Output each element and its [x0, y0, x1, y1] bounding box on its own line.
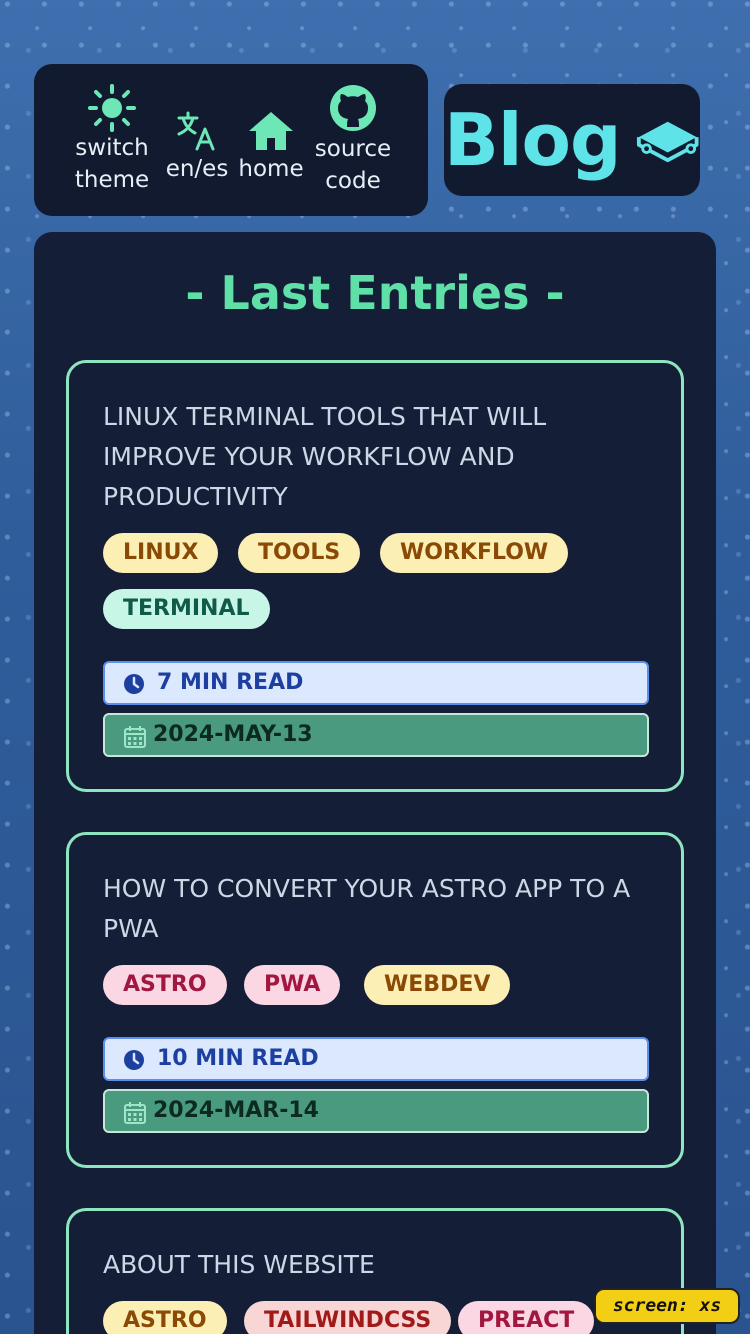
translate-icon: [177, 111, 215, 151]
tag-preact[interactable]: PREACT: [458, 1301, 595, 1334]
tag-terminal[interactable]: TERMINAL: [103, 589, 270, 629]
read-time: 10 MIN READ: [103, 1037, 649, 1081]
tag-tools[interactable]: TOOLS: [238, 533, 361, 573]
calendar-icon: [124, 726, 146, 748]
home-label: home: [238, 156, 304, 182]
clock-icon: [124, 674, 144, 694]
tag-astro[interactable]: ASTRO: [103, 965, 227, 1005]
calendar-icon: [124, 1102, 146, 1124]
source-code-link[interactable]: source code: [313, 83, 393, 197]
section-title: - Last Entries -: [185, 266, 565, 320]
read-time-text: 7 MIN READ: [157, 670, 304, 695]
publish-date: 2024-MAY-13: [103, 713, 649, 757]
publish-date: 2024-MAR-14: [103, 1089, 649, 1133]
entry-card[interactable]: ABOUT THIS WEBSITE ASTRO TAILWINDCSS PRE…: [66, 1208, 684, 1334]
read-time: 7 MIN READ: [103, 661, 649, 705]
home-icon: [249, 112, 293, 150]
source-code-label: source code: [314, 136, 392, 194]
tag-pwa[interactable]: PWA: [244, 965, 341, 1005]
tag-tailwindcss[interactable]: TAILWINDCSS: [244, 1301, 452, 1334]
tag-workflow[interactable]: WORKFLOW: [380, 533, 569, 573]
language-toggle-button[interactable]: en/es: [165, 109, 229, 185]
switch-theme-label: switch theme: [74, 135, 150, 193]
tag-astro[interactable]: ASTRO: [103, 1301, 227, 1334]
top-nav: switch theme en/es home source code: [34, 64, 428, 216]
switch-theme-button[interactable]: switch theme: [69, 84, 155, 196]
language-label: en/es: [165, 156, 229, 182]
publish-date-text: 2024-MAY-13: [153, 722, 313, 747]
entry-title[interactable]: LINUX TERMINAL TOOLS THAT WILL IMPROVE Y…: [103, 397, 643, 517]
blog-brand[interactable]: Blog: [444, 84, 700, 196]
entry-card[interactable]: LINUX TERMINAL TOOLS THAT WILL IMPROVE Y…: [66, 360, 684, 792]
entry-card[interactable]: HOW TO CONVERT YOUR ASTRO APP TO A PWA A…: [66, 832, 684, 1168]
tag-webdev[interactable]: WEBDEV: [364, 965, 511, 1005]
read-time-text: 10 MIN READ: [157, 1046, 319, 1071]
tag-linux[interactable]: LINUX: [103, 533, 219, 573]
screen-size-indicator: screen: xs: [594, 1288, 740, 1324]
clock-icon: [124, 1050, 144, 1070]
book-icon: [636, 121, 699, 163]
home-link[interactable]: home: [238, 109, 304, 185]
publish-date-text: 2024-MAR-14: [153, 1098, 319, 1123]
github-icon: [330, 85, 376, 131]
entry-title[interactable]: HOW TO CONVERT YOUR ASTRO APP TO A PWA: [103, 869, 643, 949]
blog-title: Blog: [444, 98, 622, 182]
entry-title[interactable]: ABOUT THIS WEBSITE: [103, 1245, 643, 1285]
sun-icon: [88, 84, 136, 132]
